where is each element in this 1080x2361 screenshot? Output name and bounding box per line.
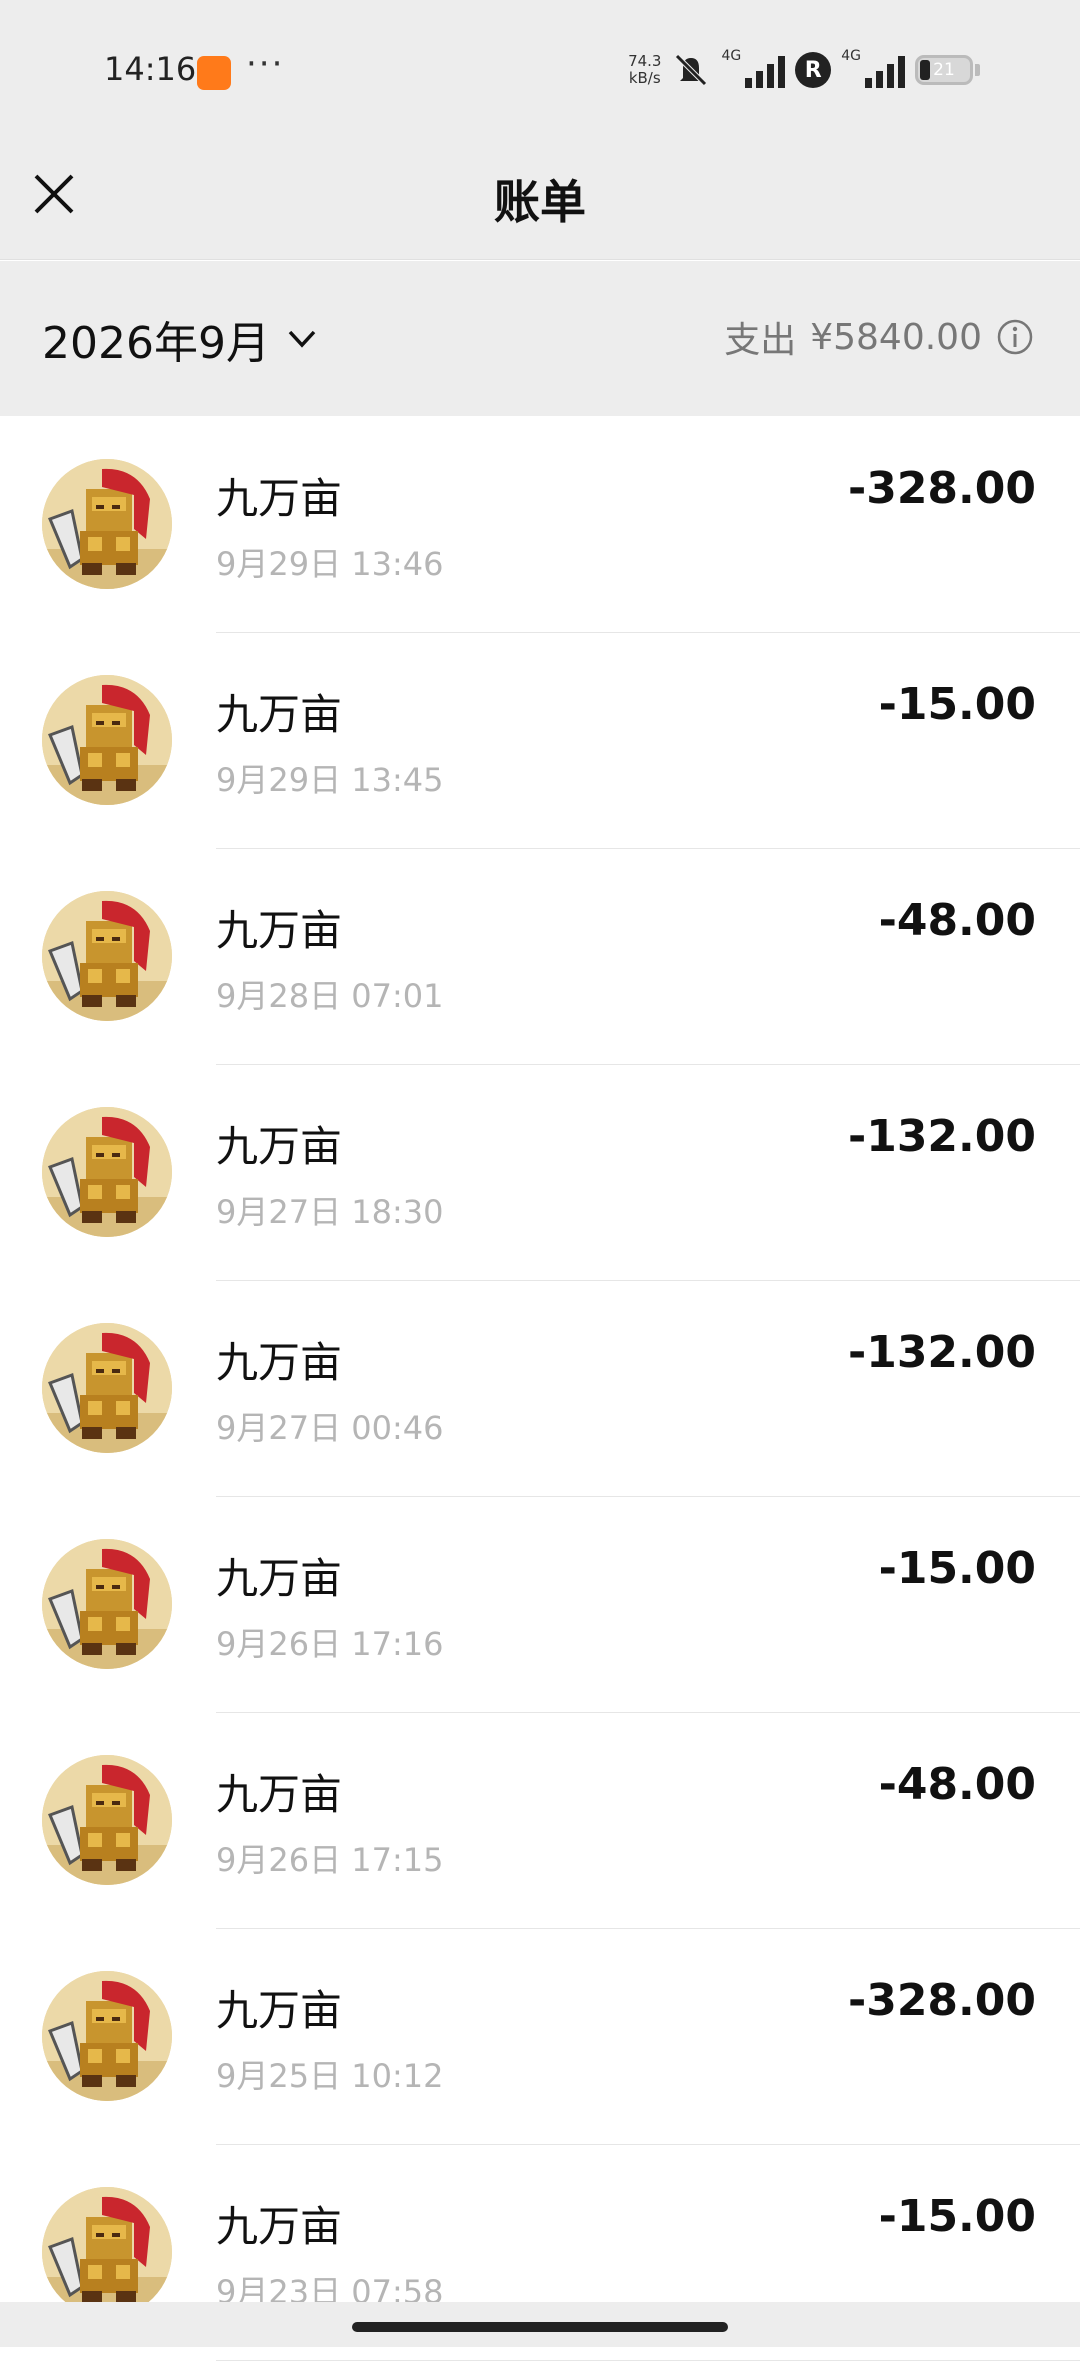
month-label: 2026年9月 — [42, 318, 270, 369]
signal-icon-2 — [865, 52, 905, 88]
avatar — [42, 459, 172, 589]
transaction-time: 9月26日 17:16 — [216, 1625, 444, 1663]
summary-label: 支出 — [724, 320, 797, 361]
avatar — [42, 1539, 172, 1669]
page-title: 账单 — [494, 175, 586, 229]
merchant-name: 九万亩 — [216, 474, 343, 523]
transaction-row[interactable]: 九万亩 9月28日 07:01 -48.00 — [0, 849, 1080, 1065]
warrior-avatar-icon — [42, 675, 172, 805]
home-bar-area — [0, 2302, 1080, 2347]
transaction-amount: -132.00 — [847, 1327, 1036, 1378]
transaction-amount: -15.00 — [878, 2191, 1036, 2242]
net-type-2: 4G — [841, 48, 861, 64]
warrior-avatar-icon — [42, 1107, 172, 1237]
nav-bar: 账单 — [0, 140, 1080, 260]
transaction-list: 九万亩 9月29日 13:46 -328.00 九万亩 9月29日 13:45 … — [0, 417, 1080, 2361]
expense-summary: 支出 ¥5840.00 — [724, 311, 1034, 363]
avatar — [42, 1107, 172, 1237]
merchant-name: 九万亩 — [216, 690, 343, 739]
info-icon[interactable] — [996, 318, 1034, 356]
transaction-amount: -15.00 — [878, 1543, 1036, 1594]
merchant-name: 九万亩 — [216, 1554, 343, 1603]
merchant-name: 九万亩 — [216, 1338, 343, 1387]
warrior-avatar-icon — [42, 459, 172, 589]
transaction-amount: -48.00 — [878, 1759, 1036, 1810]
avatar — [42, 1323, 172, 1453]
merchant-name: 九万亩 — [216, 1122, 343, 1171]
summary-value: ¥5840.00 — [810, 316, 982, 358]
merchant-name: 九万亩 — [216, 1986, 343, 2035]
merchant-name: 九万亩 — [216, 1770, 343, 1819]
transaction-amount: -48.00 — [878, 895, 1036, 946]
merchant-name: 九万亩 — [216, 2202, 343, 2251]
mute-icon — [675, 54, 708, 86]
transaction-time: 9月27日 18:30 — [216, 1193, 444, 1231]
status-bar: 14:16 ··· 74.3 kB/s 4G R 4G 21 — [0, 0, 1080, 140]
net-speed-value: 74.3 — [628, 52, 662, 70]
status-icons: 74.3 kB/s 4G R 4G 21 — [628, 48, 980, 92]
transaction-row[interactable]: 九万亩 9月27日 00:46 -132.00 — [0, 1281, 1080, 1497]
transaction-row[interactable]: 九万亩 9月27日 18:30 -132.00 — [0, 1065, 1080, 1281]
net-speed-unit: kB/s — [628, 69, 661, 87]
status-time: 14:16 — [104, 50, 197, 88]
avatar — [42, 2187, 172, 2317]
transaction-row[interactable]: 九万亩 9月26日 17:15 -48.00 — [0, 1713, 1080, 1929]
home-indicator[interactable] — [352, 2322, 728, 2332]
more-notifications-icon: ··· — [246, 44, 285, 84]
month-selector[interactable]: 2026年9月 — [42, 307, 316, 371]
transaction-row[interactable]: 九万亩 9月25日 10:12 -328.00 — [0, 1929, 1080, 2145]
merchant-name: 九万亩 — [216, 906, 343, 955]
battery-icon: 21 — [915, 55, 973, 85]
transaction-time: 9月29日 13:45 — [216, 761, 444, 799]
transaction-amount: -132.00 — [847, 1111, 1036, 1162]
transaction-row[interactable]: 九万亩 9月29日 13:46 -328.00 — [0, 417, 1080, 633]
signal-icon — [745, 52, 786, 88]
avatar — [42, 891, 172, 1021]
app-notification-icon — [197, 56, 231, 90]
transaction-time: 9月29日 13:46 — [216, 545, 444, 583]
transaction-amount: -328.00 — [847, 1975, 1036, 2026]
transaction-row[interactable]: 九万亩 9月26日 17:16 -15.00 — [0, 1497, 1080, 1713]
transaction-time: 9月26日 17:15 — [216, 1841, 444, 1879]
battery-level: 21 — [933, 60, 955, 80]
transaction-row[interactable]: 九万亩 9月29日 13:45 -15.00 — [0, 633, 1080, 849]
warrior-avatar-icon — [42, 1323, 172, 1453]
transaction-time: 9月27日 00:46 — [216, 1409, 444, 1447]
warrior-avatar-icon — [42, 891, 172, 1021]
transaction-time: 9月25日 10:12 — [216, 2057, 444, 2095]
transaction-amount: -328.00 — [847, 463, 1036, 514]
avatar — [42, 1971, 172, 2101]
chevron-down-icon — [288, 330, 316, 348]
warrior-avatar-icon — [42, 2187, 172, 2317]
filter-bar: 2026年9月 支出 ¥5840.00 — [0, 261, 1080, 416]
transaction-time: 9月28日 07:01 — [216, 977, 444, 1015]
warrior-avatar-icon — [42, 1539, 172, 1669]
net-speed: 74.3 kB/s — [628, 53, 661, 87]
warrior-avatar-icon — [42, 1971, 172, 2101]
avatar — [42, 1755, 172, 1885]
avatar — [42, 675, 172, 805]
net-type-1: 4G — [721, 48, 742, 64]
warrior-avatar-icon — [42, 1755, 172, 1885]
transaction-amount: -15.00 — [878, 679, 1036, 730]
roaming-icon: R — [795, 52, 832, 88]
